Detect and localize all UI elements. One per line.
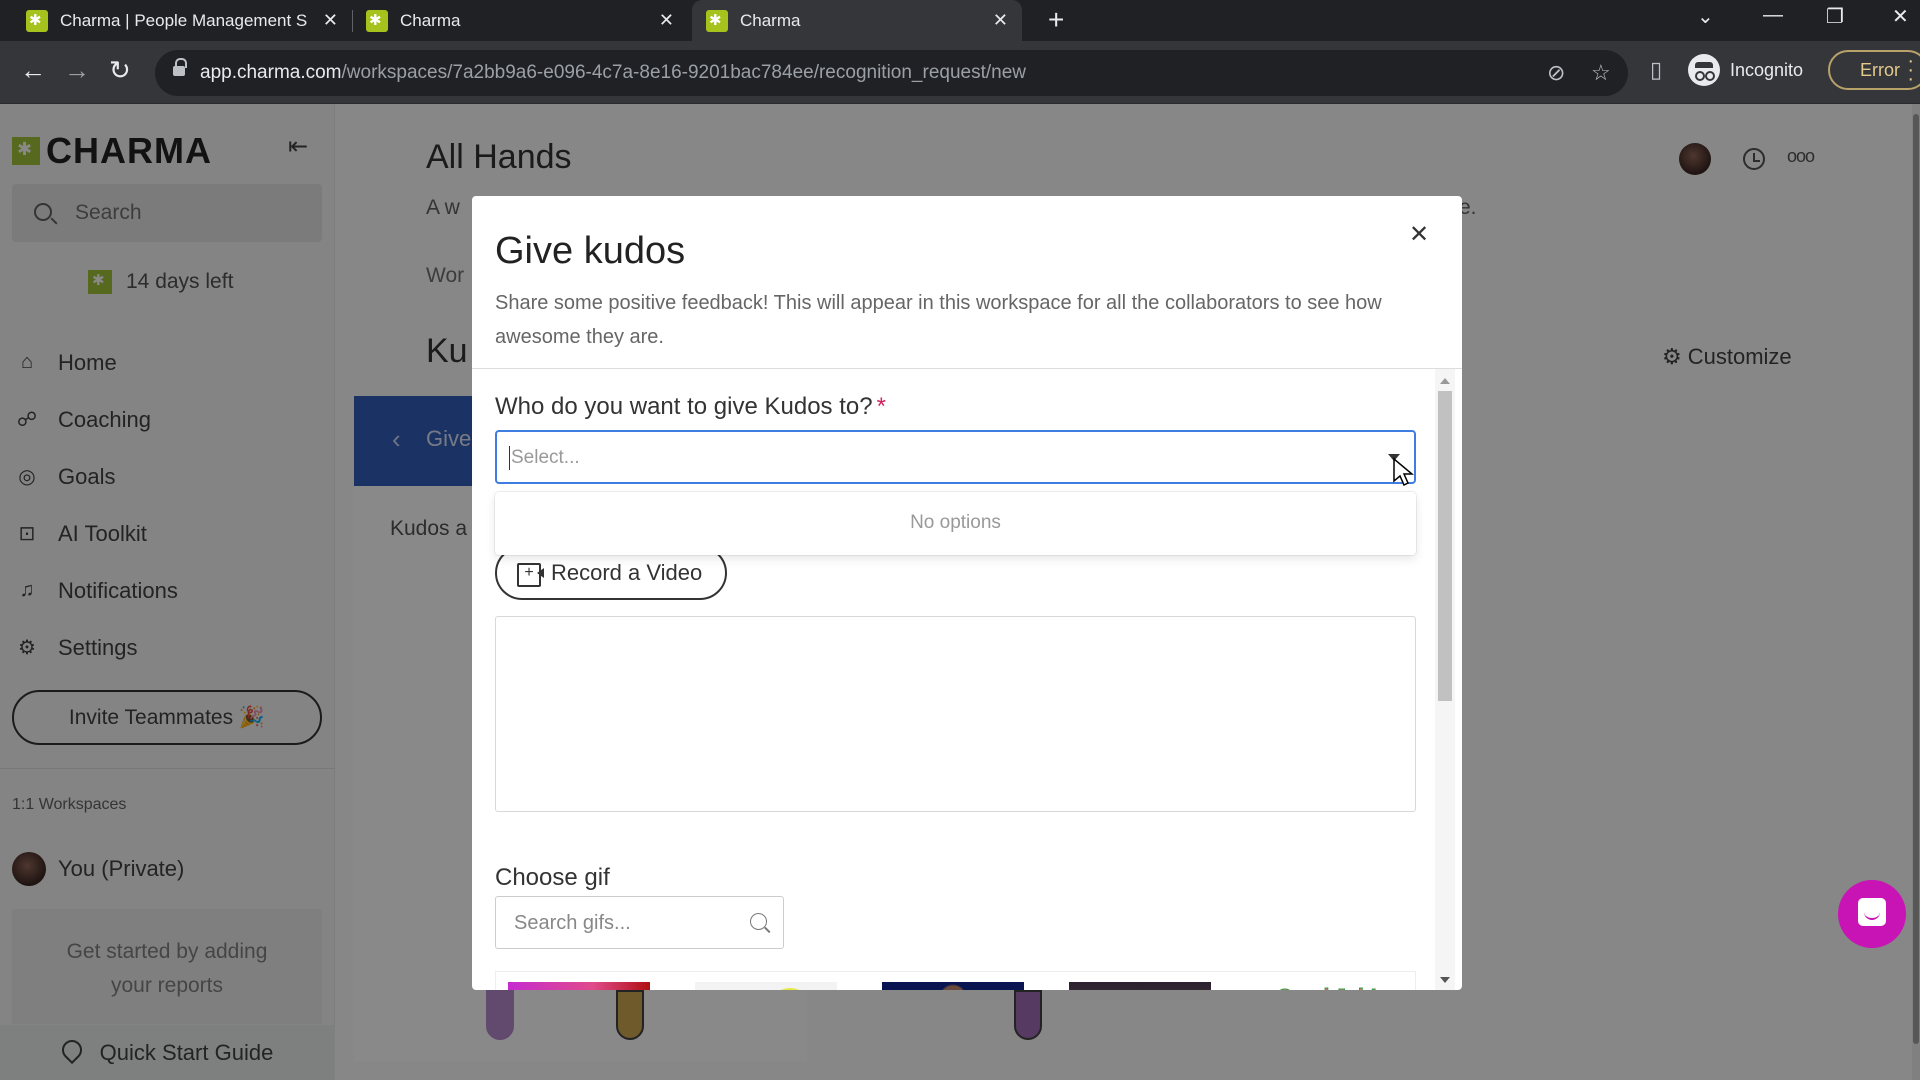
back-icon[interactable]: ← [20,55,46,86]
close-tab-icon[interactable]: ✕ [993,10,1008,31]
scroll-down-arrow-icon[interactable] [1440,977,1450,983]
required-marker: * [876,393,886,420]
error-button[interactable]: Error · · · [1828,50,1920,90]
more-vertical-icon[interactable]: · · · [1907,51,1914,89]
give-kudos-modal: Give kudos ✕ Share some positive feedbac… [472,196,1462,990]
new-tab-icon[interactable]: + [1048,4,1064,36]
kudos-message-textarea[interactable] [495,616,1416,812]
modal-title: Give kudos [495,230,686,272]
choose-gif-label: Choose gif [495,864,610,891]
tab-search-chevron-icon[interactable]: ⌄ [1697,4,1714,29]
close-window-icon[interactable]: ✕ [1892,4,1909,29]
select-placeholder: Select... [511,447,580,468]
incognito-label: Incognito [1730,59,1804,80]
modal-scrollbar[interactable] [1435,369,1455,990]
side-panel-icon[interactable]: ▯ [1650,57,1662,83]
scroll-up-arrow-icon[interactable] [1440,378,1450,384]
charma-favicon-icon [26,9,48,32]
tab-divider [352,10,353,32]
charma-favicon-icon [366,9,388,32]
gif-thumbnail-good-job[interactable]: Good Job! [1256,982,1398,990]
reload-icon[interactable]: ↻ [109,55,131,86]
text-caret [509,446,510,470]
modal-body: Who do you want to give Kudos to? * Selec… [472,369,1462,990]
recipient-dropdown-menu: No options [495,492,1416,555]
gif-search-placeholder: Search gifs... [514,912,631,934]
incognito-indicator[interactable]: Incognito [1688,50,1803,90]
gif-thumbnail[interactable] [882,982,1024,990]
browser-tab-bar: Charma | People Management S ✕ Charma ✕ … [0,0,1920,41]
browser-tab-1[interactable]: Charma | People Management S ✕ [26,0,352,41]
error-label: Error [1860,60,1900,80]
no-options-message: No options [910,512,1001,533]
tab-title: Charma | People Management S [60,10,308,30]
gif-search-input[interactable]: Search gifs... [495,896,784,949]
chat-bubble-icon [1858,898,1886,926]
gif-thumbnail[interactable] [1069,982,1211,990]
record-video-label: Record a Video [551,560,703,585]
tab-title: Charma [740,10,801,30]
lock-icon [173,58,187,78]
video-add-icon [517,563,545,587]
eye-slash-icon[interactable]: ⊘ [1547,60,1565,86]
close-tab-icon[interactable]: ✕ [323,10,338,31]
chat-support-button[interactable] [1838,880,1906,948]
browser-tab-3-active[interactable]: Charma ✕ [692,0,1022,41]
search-icon[interactable] [750,913,767,930]
recipient-label-text: Who do you want to give Kudos to? [495,393,873,420]
gif-thumbnail[interactable] [508,982,650,990]
minimize-icon[interactable]: — [1763,4,1783,27]
address-bar: ← → ↻ app.charma.com/workspaces/7a2bb9a6… [0,41,1920,104]
recipient-select[interactable]: Select... [495,430,1416,484]
close-icon[interactable]: ✕ [1409,220,1429,249]
recipient-label: Who do you want to give Kudos to? * [495,393,886,421]
gif-thumbnail[interactable] [695,982,837,990]
forward-icon[interactable]: → [64,55,90,86]
modal-description: Share some positive feedback! This will … [495,292,1382,348]
bookmark-star-icon[interactable]: ☆ [1591,60,1611,86]
url-input[interactable]: app.charma.com/workspaces/7a2bb9a6-e096-… [155,50,1628,96]
tab-title: Charma [400,10,461,30]
restore-icon[interactable]: ❐ [1826,4,1844,29]
close-tab-icon[interactable]: ✕ [659,10,674,31]
browser-tab-2[interactable]: Charma ✕ [366,0,688,41]
url-text[interactable]: app.charma.com/workspaces/7a2bb9a6-e096-… [200,62,1026,84]
modal-scrollbar-thumb[interactable] [1438,391,1452,701]
charma-favicon-icon [706,9,728,32]
gif-grid: Good Job! [495,971,1416,990]
incognito-icon [1688,54,1720,86]
